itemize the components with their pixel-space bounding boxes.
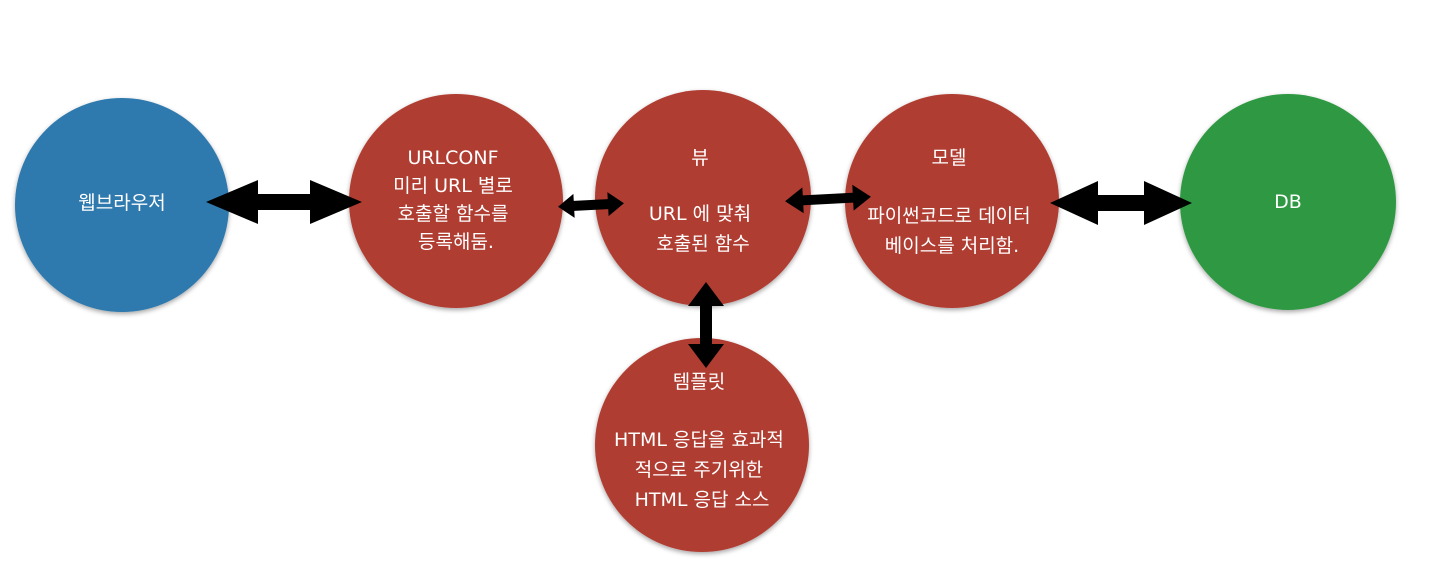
node-template-line-4: 적으로 주기위한 (635, 459, 763, 481)
node-view-line-1: 뷰 (691, 147, 708, 169)
node-view-circle (595, 90, 811, 306)
node-template-line-3: HTML 응답을 효과적 (614, 429, 784, 451)
node-db: DB (1180, 94, 1396, 310)
node-model-line-3: 파이썬코드로 데이터 (867, 205, 1030, 227)
edge-model-db (1050, 181, 1192, 225)
node-model-line-4: 베이스를 처리함. (885, 235, 1019, 257)
edge-browser-urlconf (206, 180, 362, 224)
flow-diagram: 웹브라우저 URLCONF 미리 URL 별로 호출할 함수를 등록해둠. 뷰 … (15, 90, 1396, 552)
node-urlconf-line-2: 미리 URL 별로 (393, 175, 513, 197)
node-model-line-1: 모델 (931, 147, 966, 169)
node-model: 모델 파이썬코드로 데이터 베이스를 처리함. (845, 94, 1059, 308)
node-template-line-5: HTML 응답 소스 (635, 489, 770, 511)
double-arrow-icon (1050, 181, 1192, 225)
node-template: 템플릿 HTML 응답을 효과적 적으로 주기위한 HTML 응답 소스 (595, 338, 809, 552)
node-view-line-3: URL 에 맞춰 (649, 203, 751, 225)
node-model-circle (845, 94, 1059, 308)
node-urlconf-line-3: 호출할 함수를 (398, 203, 509, 225)
node-template-line-1: 템플릿 (673, 371, 725, 393)
node-urlconf-line-1: URLCONF (407, 147, 498, 169)
node-browser-label: 웹브라우저 (78, 192, 165, 214)
node-urlconf-circle (349, 94, 563, 308)
node-db-label: DB (1274, 191, 1302, 213)
double-arrow-icon (206, 180, 362, 224)
node-db-line-1: DB (1274, 191, 1302, 213)
node-browser: 웹브라우저 (15, 98, 229, 312)
node-view: 뷰 URL 에 맞춰 호출된 함수 (595, 90, 811, 306)
node-view-line-4: 호출된 함수 (656, 233, 749, 255)
node-urlconf: URLCONF 미리 URL 별로 호출할 함수를 등록해둠. (349, 94, 563, 308)
node-urlconf-line-4: 등록해둠. (418, 231, 494, 253)
node-browser-line-1: 웹브라우저 (78, 192, 165, 214)
